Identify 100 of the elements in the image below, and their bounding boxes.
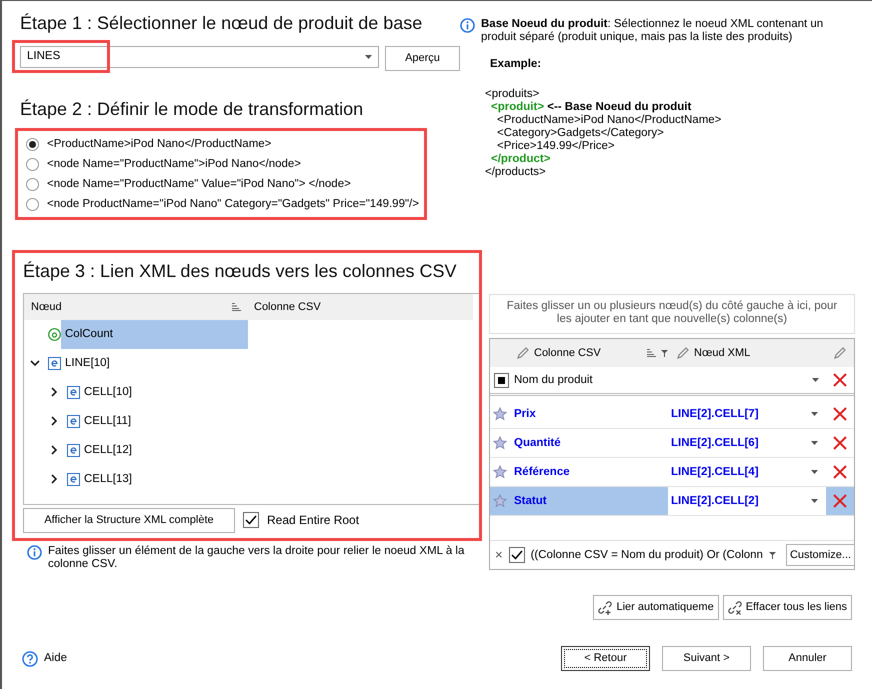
radio-button[interactable] bbox=[26, 178, 39, 191]
check-icon bbox=[245, 515, 257, 526]
help-link[interactable]: Aide bbox=[44, 650, 561, 668]
chevron-icon[interactable] bbox=[49, 416, 59, 426]
xml-line: </products> bbox=[485, 166, 546, 178]
star-icon bbox=[493, 494, 507, 508]
customize-button[interactable]: Customize... bbox=[786, 544, 856, 566]
xml-line: <Category>Gadgets</Category> bbox=[497, 127, 664, 140]
info-text: Base Noeud du produit: Sélectionnez le noeud XML contenant un produit séparé (produit unique, mais pas la liste des produits) bbox=[481, 18, 824, 44]
delete-icon[interactable] bbox=[833, 407, 847, 422]
radio-button[interactable] bbox=[26, 198, 39, 211]
tree-node[interactable]: CELL[11] bbox=[80, 406, 136, 436]
option-label: <ProductName>iPod Nano</ProductName> bbox=[47, 136, 272, 152]
sort-icon bbox=[647, 349, 656, 358]
hint-text: Faites glisser un élément de la gauche vers la droite pour relier le noeud XML à la colonne CSV. bbox=[48, 545, 466, 572]
tree-node[interactable]: CELL[10] bbox=[80, 378, 136, 407]
xml-line: </product> bbox=[491, 153, 550, 166]
tree-node[interactable]: LINE[10] bbox=[61, 348, 114, 378]
node-select[interactable]: LINES bbox=[20, 46, 379, 68]
mapping-row[interactable]: Statut bbox=[490, 487, 668, 516]
caret-icon bbox=[811, 412, 818, 416]
square-icon bbox=[494, 372, 509, 388]
checkbox[interactable] bbox=[243, 512, 259, 528]
step-title: Étape 1 : Sélectionner le nœud de produit de base bbox=[20, 13, 424, 35]
sort-icon bbox=[232, 302, 241, 311]
attribute-icon bbox=[48, 328, 61, 341]
wizard-button[interactable]: < Retour bbox=[561, 646, 650, 672]
link-button[interactable]: Effacer tous les liens bbox=[722, 595, 852, 620]
link-remove-icon bbox=[728, 600, 742, 615]
tree-node[interactable]: CELL[12] bbox=[80, 436, 136, 465]
chevron-icon[interactable] bbox=[49, 445, 59, 456]
select-value: LINES bbox=[27, 48, 62, 64]
star-icon bbox=[493, 407, 507, 422]
csv-column-name: Référence bbox=[514, 464, 570, 480]
link-button[interactable]: Lier automatiqueme bbox=[593, 595, 719, 620]
clear-filter-button[interactable]: × bbox=[495, 545, 503, 565]
new-row-label: Nom du produit bbox=[514, 372, 594, 388]
chevron-icon[interactable] bbox=[30, 358, 40, 368]
check-icon bbox=[510, 550, 523, 560]
caret-icon bbox=[812, 378, 819, 382]
wizard-button[interactable]: Annuler bbox=[763, 646, 852, 672]
column-header: Colonne CSV bbox=[534, 346, 602, 361]
xml-line: <produit> bbox=[491, 101, 544, 114]
pencil-icon bbox=[834, 347, 846, 360]
xml-comment: <-- Base Noeud du produit bbox=[547, 101, 692, 114]
column-header: Nœud bbox=[31, 300, 62, 315]
drop-zone: Faites glisser un ou plusieurs nœud(s) du côté gauche à ici, pour les ajouter en tant que nouvelle(s) colonne(s) bbox=[489, 294, 855, 334]
xml-node-path: LINE[2].CELL[6] bbox=[670, 436, 760, 451]
tree-node[interactable]: CELL[13] bbox=[80, 464, 136, 494]
element-icon bbox=[48, 356, 61, 370]
link-add-icon bbox=[598, 600, 612, 615]
radio-button[interactable] bbox=[26, 138, 39, 151]
caret-icon bbox=[811, 499, 818, 504]
preview-button[interactable]: Aperçu bbox=[385, 46, 460, 71]
tree-node[interactable]: ColCount bbox=[61, 320, 248, 349]
xml-node-path: LINE[2].CELL[4] bbox=[670, 464, 760, 480]
filter-icon bbox=[661, 350, 668, 357]
info-icon bbox=[460, 18, 475, 33]
show-structure-button[interactable]: Afficher la Structure XML complète bbox=[23, 508, 235, 533]
xml-node-path: LINE[2].CELL[7] bbox=[670, 406, 760, 422]
info-icon bbox=[27, 545, 42, 560]
column-header: Nœud XML bbox=[694, 346, 750, 361]
delete-icon[interactable] bbox=[833, 465, 847, 480]
column-header: Colonne CSV bbox=[253, 300, 321, 315]
delete-icon[interactable] bbox=[833, 494, 847, 508]
mapping-row[interactable]: Quantité bbox=[490, 429, 668, 458]
caret-icon bbox=[811, 441, 818, 446]
option-label: <node Name="ProductName">iPod Nano</node> bbox=[47, 156, 301, 172]
caret-icon bbox=[811, 470, 818, 474]
radio-button[interactable] bbox=[26, 158, 39, 171]
element-icon bbox=[67, 444, 80, 457]
csv-column-name: Quantité bbox=[514, 436, 561, 451]
wizard-button[interactable]: Suivant > bbox=[662, 646, 751, 672]
option-label: <node ProductName="iPod Nano" Category="Gadgets" Price="149.99"/> bbox=[47, 196, 419, 212]
chevron-icon[interactable] bbox=[49, 387, 59, 398]
example-label: Example: bbox=[490, 57, 542, 72]
star-icon bbox=[493, 436, 507, 450]
chevron-icon[interactable] bbox=[49, 474, 59, 484]
mapping-row[interactable]: Prix bbox=[490, 400, 668, 428]
mapping-row[interactable]: Référence bbox=[490, 458, 668, 486]
dropdown-caret-icon bbox=[365, 54, 372, 59]
xml-line: <Price>149.99</Price> bbox=[497, 140, 615, 152]
delete-icon[interactable] bbox=[833, 373, 847, 388]
xml-node-path: LINE[2].CELL[2] bbox=[670, 494, 760, 509]
checkbox-label: Read Entire Root bbox=[267, 512, 360, 530]
star-icon bbox=[493, 465, 507, 480]
xml-line: <produits> bbox=[485, 88, 540, 100]
filter-expression: ((Colonne CSV = Nom du produit) Or (Colonn bbox=[530, 548, 763, 563]
option-label: <node Name="ProductName" Value="iPod Nano"> </node> bbox=[47, 176, 351, 192]
csv-column-name: Prix bbox=[514, 406, 536, 422]
delete-icon[interactable] bbox=[833, 436, 847, 450]
csv-column-name: Statut bbox=[514, 494, 547, 509]
element-icon bbox=[67, 386, 80, 399]
element-icon bbox=[67, 472, 80, 486]
xml-line: <ProductName>iPod Nano</ProductName> bbox=[497, 114, 722, 126]
step-title: Étape 3 : Lien XML des nœuds vers les colonnes CSV bbox=[23, 261, 458, 283]
checkbox[interactable] bbox=[508, 547, 525, 564]
filter-icon bbox=[768, 552, 776, 559]
element-icon bbox=[67, 414, 80, 428]
help-icon bbox=[22, 650, 38, 667]
